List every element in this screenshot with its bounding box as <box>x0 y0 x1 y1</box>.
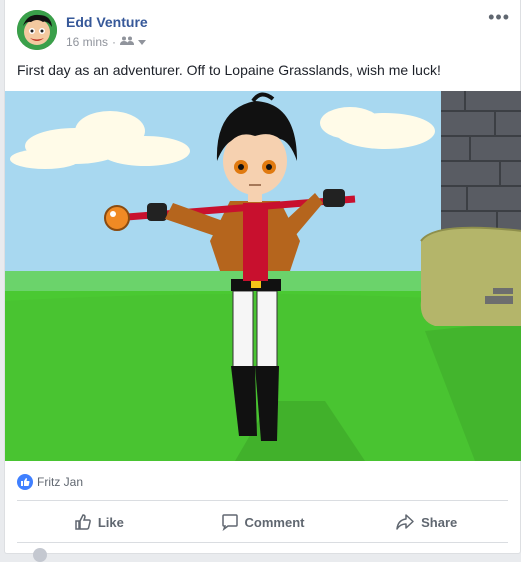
divider <box>17 542 508 543</box>
meta-separator: · <box>112 35 117 49</box>
avatar[interactable] <box>17 10 57 50</box>
share-icon <box>395 513 415 531</box>
share-label: Share <box>421 514 458 530</box>
comment-button[interactable]: Comment <box>181 504 345 540</box>
comment-icon <box>221 513 239 531</box>
post-card: Edd Venture 16 mins · ••• First day as a… <box>4 0 521 562</box>
divider <box>17 500 508 501</box>
comment-label: Comment <box>244 514 305 530</box>
post-photo[interactable] <box>5 91 521 461</box>
thumbs-up-icon <box>74 513 92 531</box>
more-options-icon[interactable]: ••• <box>488 8 510 26</box>
chevron-down-icon[interactable] <box>138 35 147 49</box>
timestamp[interactable]: 16 mins <box>66 35 108 49</box>
post-message: First day as an adventurer. Off to Lopai… <box>17 62 441 78</box>
post-actions: Like Comment Share <box>17 504 508 540</box>
like-label: Like <box>97 514 124 530</box>
like-button[interactable]: Like <box>17 504 181 540</box>
reactions-summary[interactable]: Fritz Jan <box>17 472 83 492</box>
reaction-names[interactable]: Fritz Jan <box>37 475 83 489</box>
friends-icon[interactable] <box>120 35 135 49</box>
post-header: Edd Venture 16 mins · ••• <box>17 8 510 54</box>
commenter-avatar <box>33 548 47 562</box>
author-name[interactable]: Edd Venture <box>66 14 148 30</box>
post-meta: 16 mins · <box>66 35 147 49</box>
share-button[interactable]: Share <box>344 504 508 540</box>
like-reaction-icon <box>17 474 33 490</box>
